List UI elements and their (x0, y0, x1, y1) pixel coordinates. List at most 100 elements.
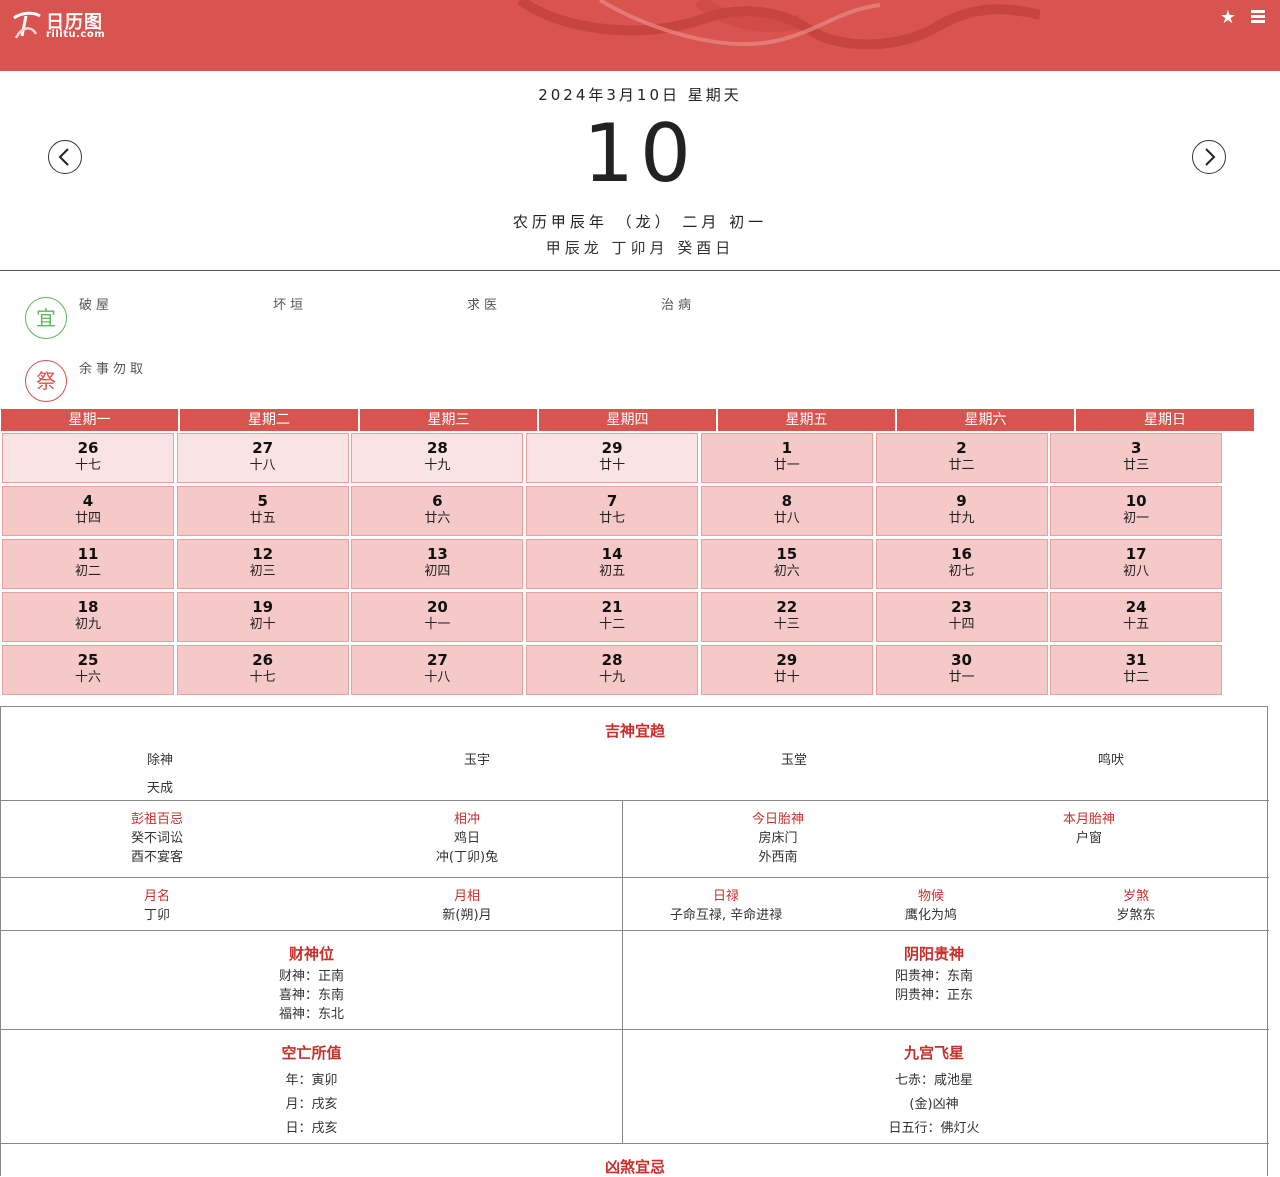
day-number: 5 (257, 492, 268, 510)
caishen-line: 福神：东北 (278, 1007, 344, 1022)
day-cell[interactable]: 14 初五 (526, 539, 699, 589)
day-lunar-label: 廿十 (773, 670, 800, 685)
xiangchong-line2: 冲(丁卯)兔 (435, 850, 499, 865)
day-cell[interactable]: 18 初九 (2, 592, 174, 642)
day-cell[interactable]: 29 廿十 (700, 645, 873, 695)
next-day-button[interactable] (1192, 140, 1226, 174)
menu-icon[interactable] (1248, 8, 1268, 28)
day-cell[interactable]: 7 廿七 (526, 486, 699, 536)
day-cell[interactable]: 1 廿一 (700, 433, 873, 483)
jinri-taishen-line1: 房床门 (758, 831, 798, 846)
day-number: 24 (1125, 598, 1147, 616)
chevron-right-icon (1205, 148, 1216, 166)
day-lunar-label: 初三 (249, 564, 276, 579)
caishen-title: 财神位 (288, 945, 334, 963)
day-cell[interactable]: 17 初八 (1050, 539, 1223, 589)
ganzhi-line: 甲辰龙 丁卯月 癸酉日 (545, 239, 735, 257)
almanac-info-panel: 吉神宜趋 除神 玉宇 玉堂 鸣吠 天成 彭祖百忌 癸不词讼 酉不宴客 相冲 鸡日… (0, 706, 1269, 1176)
jishen-item: 天成 (146, 781, 173, 796)
day-lunar-label: 廿一 (773, 458, 800, 473)
day-cell[interactable]: 3 廿三 (1050, 433, 1223, 483)
day-cell[interactable]: 11 初二 (2, 539, 174, 589)
suisha-value: 岁煞东 (1116, 908, 1156, 923)
day-cell[interactable]: 28 十九 (351, 433, 524, 483)
day-number: 25 (77, 651, 99, 669)
day-lunar-label: 十三 (773, 617, 800, 632)
day-cell[interactable]: 16 初七 (875, 539, 1048, 589)
yueming-label: 月名 (143, 889, 170, 904)
day-cell[interactable]: 10 初一 (1050, 486, 1223, 536)
day-cell[interactable]: 9 廿九 (875, 486, 1048, 536)
day-lunar-label: 初七 (948, 564, 975, 579)
day-lunar-label: 初一 (1123, 511, 1150, 526)
day-number: 28 (601, 651, 623, 669)
prev-day-button[interactable] (48, 140, 82, 174)
day-cell[interactable]: 23 十四 (875, 592, 1048, 642)
day-cell[interactable]: 28 十九 (526, 645, 699, 695)
day-cell[interactable]: 30 廿一 (875, 645, 1048, 695)
day-lunar-label: 十九 (599, 670, 626, 685)
benyue-taishen-line1: 户窗 (1075, 831, 1102, 846)
day-cell[interactable]: 26 十七 (2, 433, 174, 483)
wuhou-label: 物候 (917, 889, 944, 904)
yuexiang-value: 新(朔)月 (442, 908, 492, 923)
day-number: 15 (776, 545, 798, 563)
day-lunar-label: 廿七 (599, 511, 626, 526)
weekday-header: 星期五 (718, 409, 895, 431)
yinyang-line: 阳贵神：东南 (894, 969, 973, 984)
day-number: 31 (1125, 651, 1147, 669)
day-lunar-label: 廿四 (74, 511, 101, 526)
day-cell[interactable]: 5 廿五 (176, 486, 349, 536)
day-cell[interactable]: 20 十一 (351, 592, 524, 642)
day-number: 6 (432, 492, 443, 510)
day-cell[interactable]: 29 廿十 (526, 433, 699, 483)
yinyang-title: 阴阳贵神 (903, 945, 964, 963)
day-cell[interactable]: 26 十七 (176, 645, 349, 695)
day-cell[interactable]: 2 廿二 (875, 433, 1048, 483)
jinri-taishen-line2: 外西南 (758, 850, 798, 865)
day-cell[interactable]: 12 初三 (176, 539, 349, 589)
day-cell[interactable]: 27 十八 (176, 433, 349, 483)
day-cell[interactable]: 13 初四 (351, 539, 524, 589)
day-number: 18 (77, 598, 99, 616)
day-cell[interactable]: 6 廿六 (351, 486, 524, 536)
day-lunar-label: 廿九 (948, 511, 975, 526)
day-lunar-label: 廿一 (948, 670, 975, 685)
day-cell[interactable]: 22 十三 (700, 592, 873, 642)
jishen-title: 吉神宜趋 (604, 722, 665, 740)
yi-item: 破屋 (79, 298, 114, 313)
day-cell[interactable]: 15 初六 (700, 539, 873, 589)
day-cell[interactable]: 31 廿二 (1050, 645, 1223, 695)
day-cell[interactable]: 24 十五 (1050, 592, 1223, 642)
day-cell[interactable]: 25 十六 (2, 645, 174, 695)
day-number: 23 (951, 598, 972, 616)
jiugong-line: 日五行：佛灯火 (888, 1121, 980, 1136)
day-number: 13 (426, 545, 448, 563)
favorite-star-icon[interactable]: ★ (1218, 8, 1238, 28)
day-cell[interactable]: 4 廿四 (2, 486, 174, 536)
weekday-header: 星期六 (897, 409, 1074, 431)
xiangchong-label: 相冲 (453, 812, 480, 827)
site-logo[interactable]: 日历图 rilitu.com (10, 6, 170, 46)
day-lunar-label: 初六 (773, 564, 800, 579)
day-cell[interactable]: 8 廿八 (700, 486, 873, 536)
jiugong-line: (金)凶神 (909, 1097, 959, 1112)
row-divider (1, 1029, 1269, 1030)
day-cell[interactable]: 27 十八 (351, 645, 524, 695)
day-number: 10 (1125, 492, 1147, 510)
day-cell[interactable]: 19 初十 (176, 592, 349, 642)
day-lunar-label: 十九 (424, 458, 451, 473)
day-lunar-label: 十四 (948, 617, 975, 632)
day-lunar-label: 初四 (424, 564, 451, 579)
day-lunar-label: 十七 (74, 458, 101, 473)
day-lunar-label: 十二 (599, 617, 626, 632)
day-lunar-label: 初八 (1123, 564, 1150, 579)
day-lunar-label: 十六 (74, 670, 101, 685)
yi-badge: 宜 (25, 297, 67, 339)
day-cell[interactable]: 21 十二 (526, 592, 699, 642)
weekday-header: 星期二 (180, 409, 358, 431)
day-number: 9 (956, 492, 967, 510)
header-divider (0, 270, 1280, 271)
site-header: 日历图 rilitu.com ★ (0, 0, 1280, 71)
wuhou-value: 鹰化为鸠 (904, 908, 957, 923)
